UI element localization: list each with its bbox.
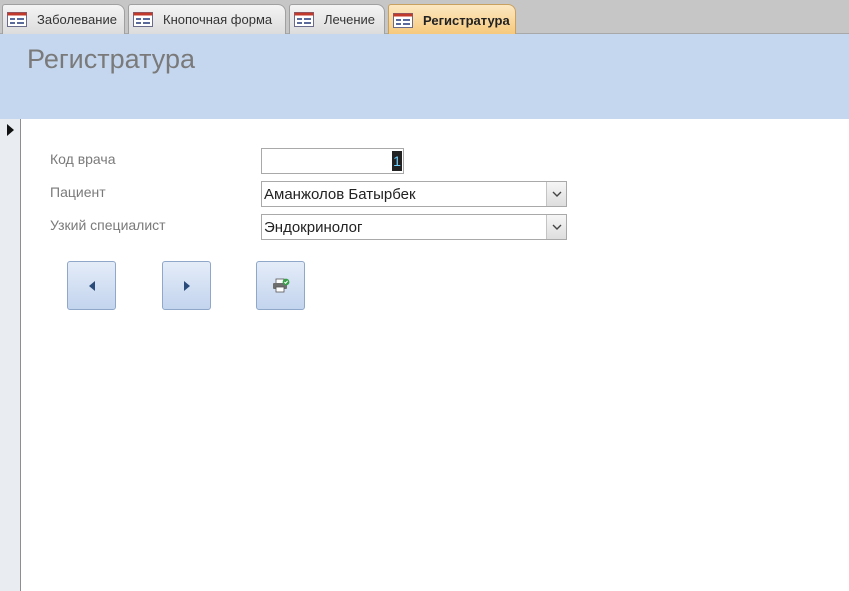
printer-icon (272, 278, 289, 292)
tab-label: Лечение (324, 12, 376, 27)
patient-combo[interactable]: Аманжолов Батырбек (261, 181, 567, 207)
doctor-code-value: 1 (392, 151, 402, 171)
print-record-button[interactable] (256, 261, 305, 310)
tab-label: Регистратура (423, 12, 510, 28)
tab-knopochnaya-forma[interactable]: Кнопочная форма (128, 4, 286, 34)
form-title: Регистратура (27, 44, 195, 74)
tab-label: Заболевание (37, 12, 117, 27)
next-record-button[interactable] (162, 261, 211, 310)
specialist-value: Эндокринолог (264, 218, 363, 236)
patient-label: Пациент (50, 184, 106, 200)
record-selector[interactable] (0, 119, 21, 591)
chevron-down-icon (552, 191, 561, 197)
form-icon (133, 12, 153, 27)
form-header: Регистратура (0, 34, 849, 119)
doctor-code-field[interactable]: 1 (261, 148, 404, 174)
tab-zabolevanie[interactable]: Заболевание (2, 4, 125, 34)
form-icon (393, 12, 413, 28)
chevron-down-icon (552, 224, 561, 230)
patient-value: Аманжолов Батырбек (264, 185, 416, 203)
doctor-code-label: Код врача (50, 151, 116, 167)
form-icon (294, 12, 314, 27)
previous-record-button[interactable] (67, 261, 116, 310)
patient-dropdown-button[interactable] (546, 182, 566, 206)
specialist-dropdown-button[interactable] (546, 215, 566, 239)
current-record-arrow-icon (7, 124, 14, 136)
specialist-combo[interactable]: Эндокринолог (261, 214, 567, 240)
form-icon (7, 12, 27, 27)
document-tab-bar: Заболевание Кнопочная форма Лечение Реги… (0, 0, 849, 35)
arrow-left-icon (88, 280, 95, 291)
tab-registratura[interactable]: Регистратура (388, 4, 516, 35)
arrow-right-icon (183, 280, 190, 291)
tab-lechenie[interactable]: Лечение (289, 4, 385, 34)
tab-label: Кнопочная форма (163, 12, 273, 27)
specialist-label: Узкий специалист (50, 217, 166, 233)
